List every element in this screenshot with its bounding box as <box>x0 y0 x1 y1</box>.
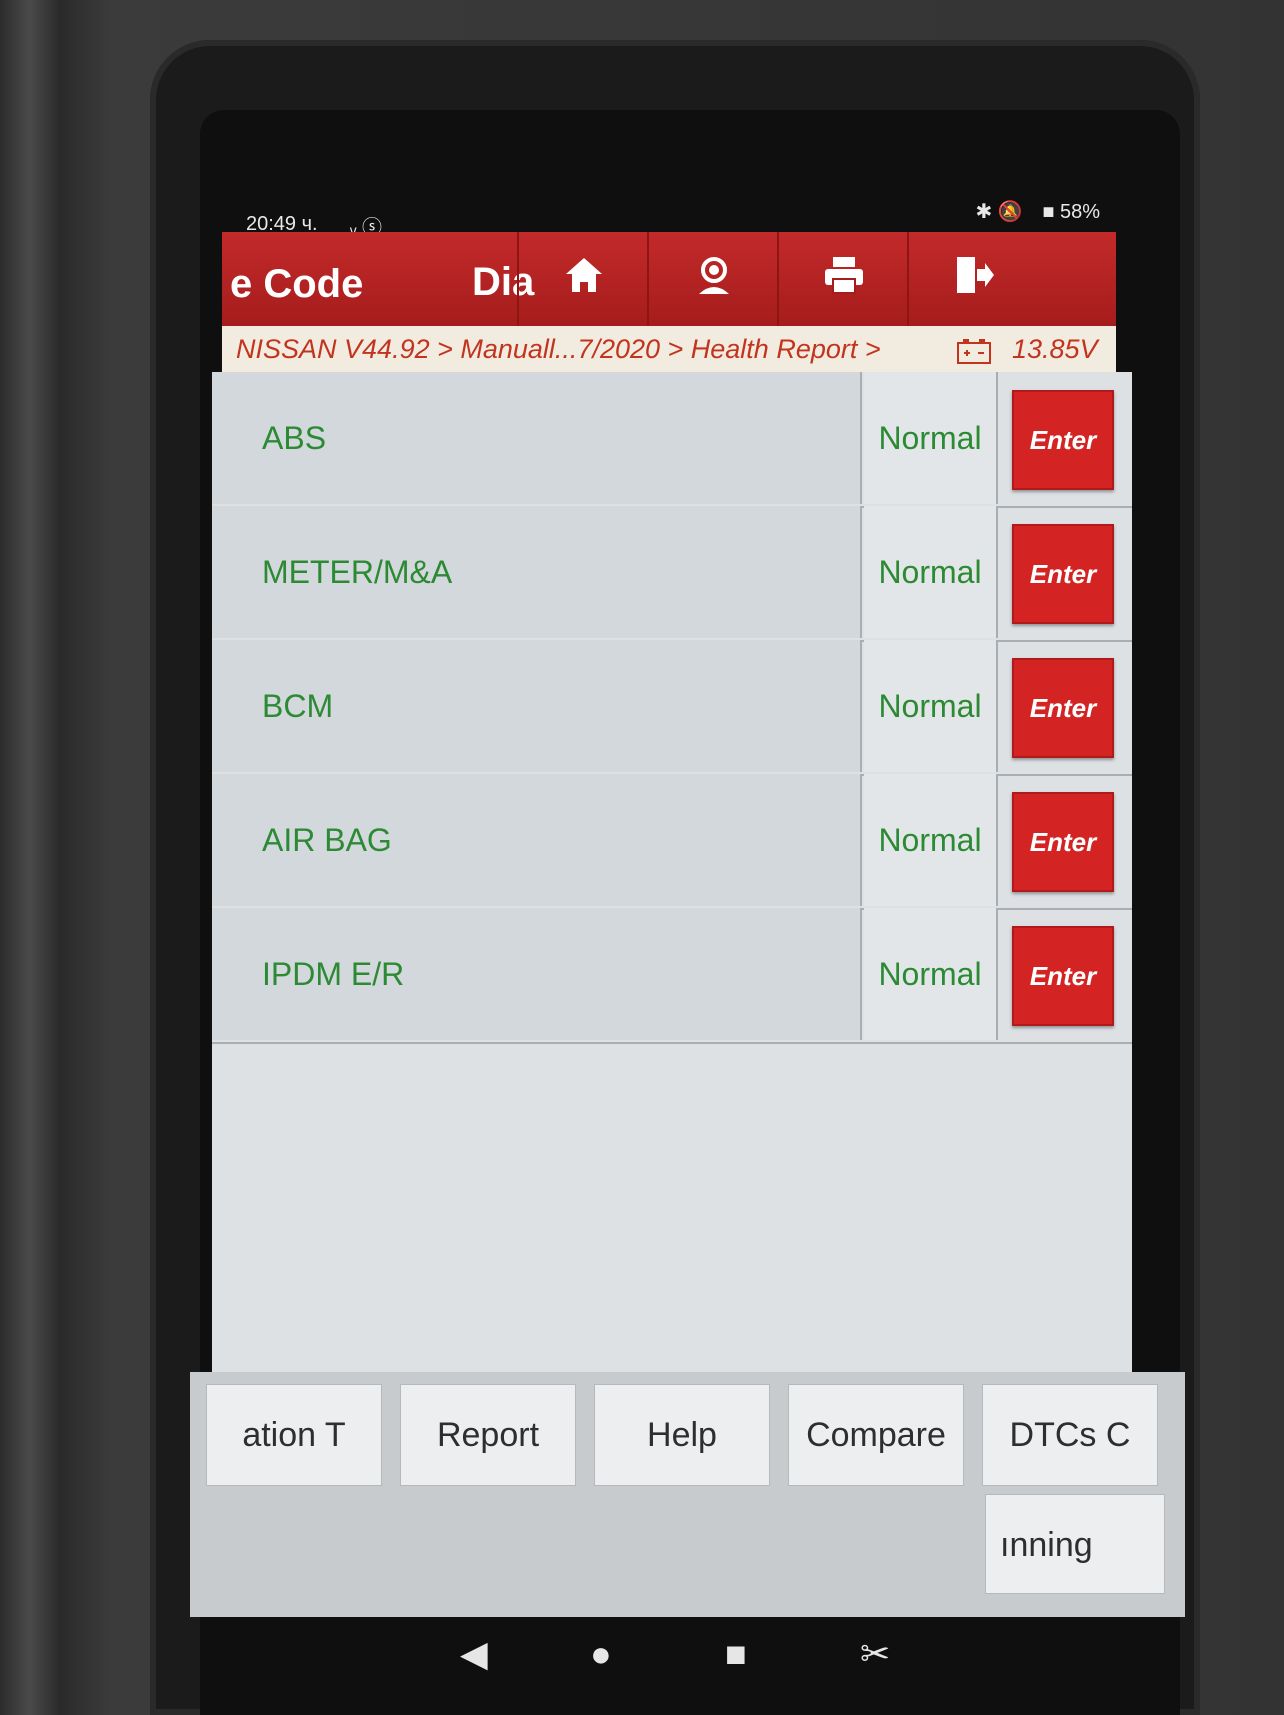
exit-icon <box>953 255 995 305</box>
enter-button[interactable]: Enter <box>1012 390 1114 490</box>
app-title[interactable]: e Code <box>230 262 363 307</box>
recent-apps-icon[interactable]: ■ <box>725 1633 747 1675</box>
information-button[interactable]: ation T <box>206 1384 382 1486</box>
system-status: Normal <box>864 372 998 504</box>
home-icon <box>564 256 604 304</box>
status-right-icons: ✱ 🔕 ■ 58% <box>976 199 1100 224</box>
breadcrumb-path[interactable]: NISSAN V44.92 > Manuall...7/2020 > Healt… <box>236 326 881 372</box>
home-button[interactable] <box>517 232 649 328</box>
app-bar: e Code Dia <box>222 232 1116 328</box>
system-list: ABS Normal Enter METER/M&A Normal Enter … <box>212 372 1132 1372</box>
support-icon <box>693 254 735 306</box>
table-row: METER/M&A Normal Enter <box>212 506 1132 642</box>
system-name: ABS <box>212 372 862 504</box>
table-row: ABS Normal Enter <box>212 372 1132 508</box>
table-row: BCM Normal Enter <box>212 640 1132 776</box>
enter-button[interactable]: Enter <box>1012 926 1114 1026</box>
table-row: AIR BAG Normal Enter <box>212 774 1132 910</box>
breadcrumb: NISSAN V44.92 > Manuall...7/2020 > Healt… <box>222 326 1116 372</box>
enter-button[interactable]: Enter <box>1012 524 1114 624</box>
compare-button[interactable]: Compare <box>788 1384 964 1486</box>
system-status: Normal <box>864 908 998 1040</box>
system-name: AIR BAG <box>212 774 862 906</box>
print-icon <box>823 255 865 305</box>
battery-indicator: ■ 58% <box>1042 201 1100 223</box>
navigation-bar: ◀ ● ■ ✂ <box>380 1625 940 1685</box>
report-button[interactable]: Report <box>400 1384 576 1486</box>
home-nav-icon[interactable]: ● <box>590 1633 612 1675</box>
battery-voltage: 13.85V <box>1012 334 1098 364</box>
print-button[interactable] <box>777 232 909 328</box>
system-status: Normal <box>864 640 998 772</box>
enter-button[interactable]: Enter <box>1012 658 1114 758</box>
system-name: METER/M&A <box>212 506 862 638</box>
enter-button[interactable]: Enter <box>1012 792 1114 892</box>
scanning-button[interactable]: ınning <box>985 1494 1165 1594</box>
exit-button[interactable] <box>907 232 1039 328</box>
table-row: IPDM E/R Normal Enter <box>212 908 1132 1044</box>
bluetooth-mute-icon: ✱ 🔕 <box>975 201 1023 223</box>
help-button[interactable]: Help <box>594 1384 770 1486</box>
system-status: Normal <box>864 506 998 638</box>
system-name: IPDM E/R <box>212 908 862 1040</box>
support-button[interactable] <box>647 232 779 328</box>
battery-voltage-icon <box>957 326 991 372</box>
back-icon[interactable]: ◀ <box>460 1633 488 1675</box>
system-name: BCM <box>212 640 862 772</box>
bottom-toolbar: ation T Report Help Compare DTCs C ınnin… <box>190 1372 1185 1617</box>
system-status: Normal <box>864 774 998 906</box>
dtcs-button[interactable]: DTCs C <box>982 1384 1158 1486</box>
screenshot-icon[interactable]: ✂ <box>860 1633 890 1675</box>
